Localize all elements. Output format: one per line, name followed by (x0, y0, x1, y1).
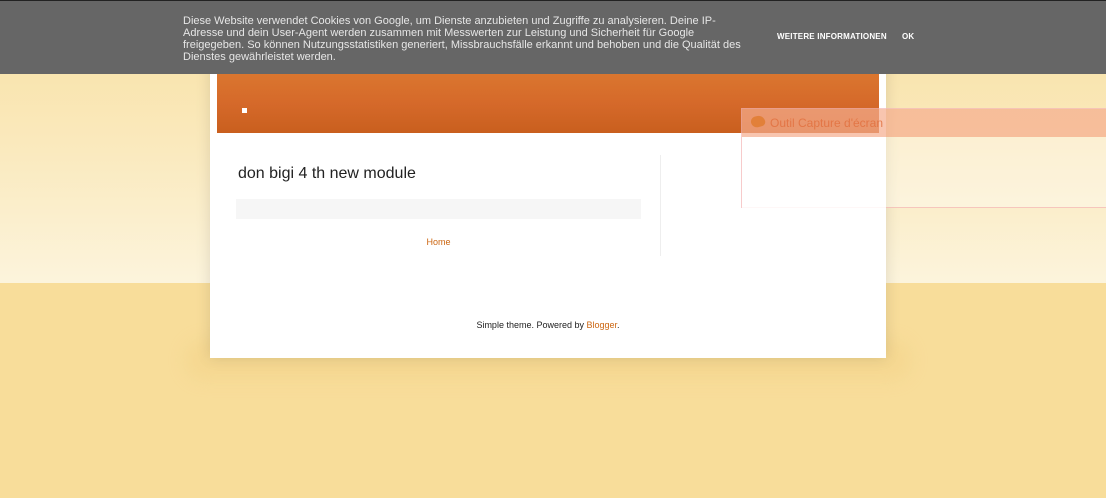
capture-tool-titlebar[interactable]: Outil Capture d'écran (742, 109, 1106, 137)
attribution-suffix: . (617, 320, 620, 330)
scissors-snip-icon (749, 114, 767, 129)
capture-tool-title: Outil Capture d'écran (770, 116, 884, 130)
blogger-link[interactable]: Blogger (587, 320, 618, 330)
capture-tool-window[interactable]: Outil Capture d'écran (741, 108, 1106, 208)
header-bullet-marker (242, 108, 247, 113)
ok-button[interactable]: OK (902, 32, 914, 41)
home-link[interactable]: Home (236, 237, 641, 247)
post-title: don bigi 4 th new module (238, 165, 416, 182)
capture-tool-body (742, 137, 886, 208)
more-info-button[interactable]: Weitere Informationen (777, 32, 887, 41)
cookie-notice-bar: Diese Website verwendet Cookies von Goog… (0, 0, 1106, 74)
post-footer-bar (236, 199, 641, 219)
cookie-notice-message: Diese Website verwendet Cookies von Goog… (183, 15, 741, 63)
sidebar-divider (660, 155, 661, 256)
attribution-footer: Simple theme. Powered by Blogger. (210, 320, 886, 330)
attribution-text: Simple theme. Powered by (476, 320, 587, 330)
